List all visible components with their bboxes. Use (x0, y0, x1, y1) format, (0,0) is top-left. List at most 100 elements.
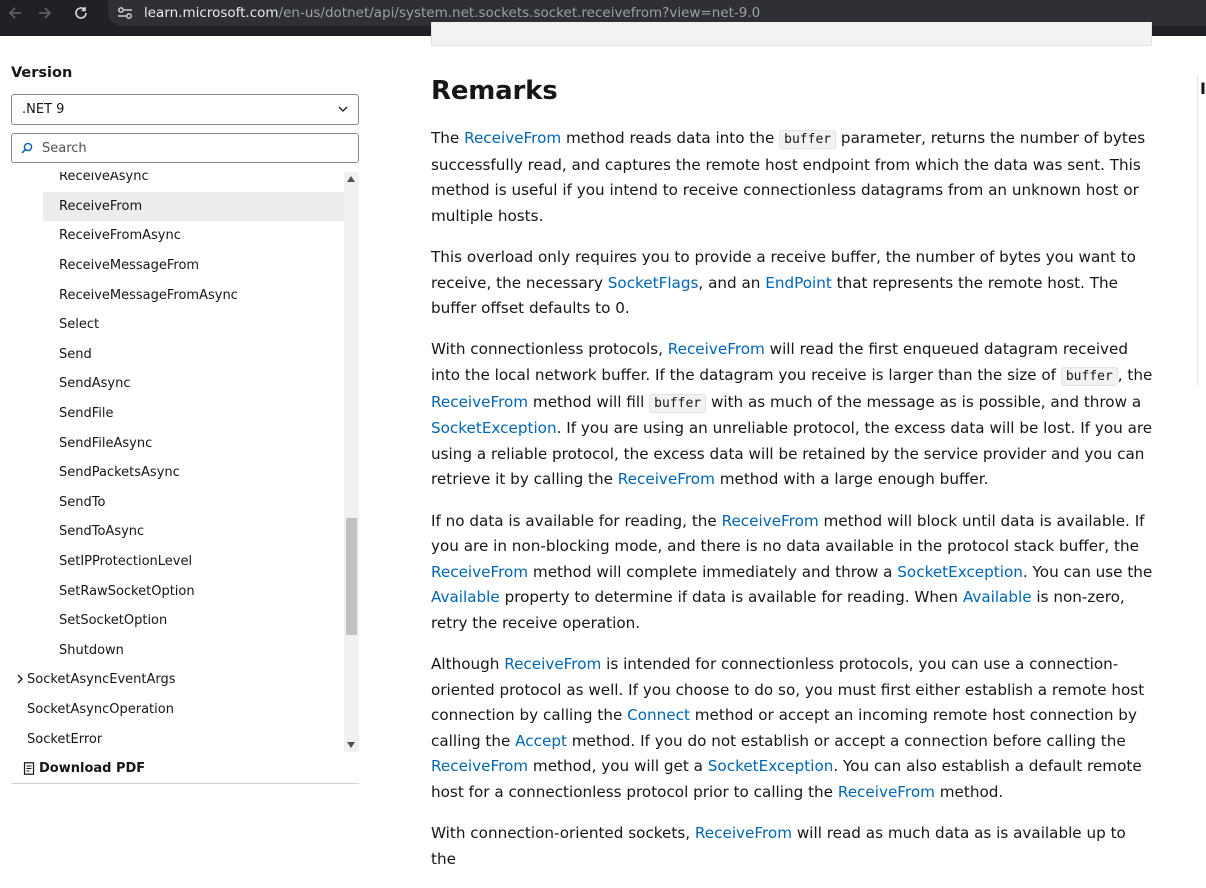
toc-item[interactable]: Send (11, 340, 345, 370)
url-host: learn.microsoft.com (144, 5, 279, 21)
download-pdf-button[interactable]: Download PDF (11, 754, 359, 784)
api-link[interactable]: ReceiveFrom (722, 512, 819, 530)
text-run: property to determine if data is availab… (499, 588, 963, 607)
toc-item-label: SetSocketOption (59, 613, 168, 629)
api-link[interactable]: ReceiveFrom (504, 655, 601, 673)
api-link[interactable]: ReceiveFrom (431, 563, 528, 581)
toc-item-label: SendFileAsync (59, 435, 153, 451)
toc-item-label: SendAsync (59, 376, 131, 392)
text-run: , and an (698, 273, 766, 292)
search-input[interactable] (42, 140, 342, 156)
api-link[interactable]: ReceiveFrom (431, 757, 528, 775)
text-run: Although (431, 655, 505, 674)
api-link[interactable]: SocketException (708, 757, 834, 775)
text-run: With connection-oriented sockets, (431, 824, 695, 843)
search-icon (12, 142, 42, 154)
api-link[interactable]: SocketFlags (608, 274, 699, 292)
toc-item[interactable]: SetRawSocketOption (11, 576, 345, 606)
inline-code: buffer (1060, 366, 1118, 386)
toc-item[interactable]: SendToAsync (11, 517, 345, 547)
toc-item[interactable]: SendFileAsync (11, 428, 345, 458)
text-run: method with a large enough buffer. (714, 470, 989, 489)
api-link[interactable]: Connect (627, 706, 690, 724)
toc-item[interactable]: SendPacketsAsync (11, 458, 345, 488)
toc-item[interactable]: SetIPProtectionLevel (11, 547, 345, 577)
arrow-right-icon (39, 7, 52, 19)
remarks-heading: Remarks (431, 76, 558, 106)
main-content: Remarks The ReceiveFrom method reads dat… (431, 76, 1155, 888)
toc-item-label: SendFile (59, 406, 114, 422)
text-run: method reads data into the (561, 129, 780, 147)
toc-search[interactable] (11, 133, 359, 163)
toc-item[interactable]: ReceiveAsync (11, 172, 345, 192)
toc-item[interactable]: SocketAsyncEventArgs (11, 665, 345, 695)
text-run: . You can use the (1022, 562, 1153, 581)
toc-item-label: Send (59, 346, 92, 362)
remarks-paragraph: The ReceiveFrom method reads data into t… (431, 126, 1155, 229)
toc-item[interactable]: Select (11, 310, 345, 340)
toc-item[interactable]: ReceiveFrom (43, 191, 345, 222)
api-link[interactable]: ReceiveFrom (464, 129, 561, 147)
toc-item[interactable]: SetSocketOption (11, 606, 345, 636)
api-link[interactable]: EndPoint (765, 274, 832, 292)
inline-code: buffer (649, 393, 707, 413)
chevron-right-icon[interactable] (15, 674, 25, 684)
chevron-down-icon (338, 106, 348, 112)
download-pdf-label: Download PDF (39, 761, 146, 776)
toc-item-label: SetRawSocketOption (59, 583, 195, 599)
reload-button[interactable] (66, 0, 96, 26)
api-link[interactable]: Accept (515, 732, 567, 750)
scroll-up-arrow-icon[interactable] (347, 176, 355, 182)
toc-item-label: SendPacketsAsync (59, 465, 180, 481)
api-link[interactable]: SocketException (897, 563, 1023, 581)
scroll-thumb[interactable] (346, 518, 357, 635)
text-run: method will fill (528, 392, 650, 411)
scroll-down-arrow-icon[interactable] (347, 742, 355, 748)
text-run: The (431, 129, 465, 147)
url-path: /en-us/dotnet/api/system.net.sockets.soc… (278, 5, 761, 21)
document-download-icon (23, 762, 35, 775)
toc-sidebar: Version .NET 9 ReceiveAsyncReceiveFromRe… (0, 36, 372, 808)
text-run: with as much of the message as is possib… (706, 392, 1142, 411)
text-run: , the (1117, 365, 1153, 384)
site-settings-icon[interactable] (110, 0, 140, 26)
forward-button[interactable] (30, 0, 60, 26)
toc-item-label: SendTo (59, 494, 106, 510)
toc-tree: ReceiveAsync ReceiveFrom ReceiveFromAsync R… (11, 172, 359, 752)
toc-item[interactable]: SocketAsyncOperation (11, 695, 345, 725)
api-link[interactable]: SocketException (431, 419, 557, 437)
toc-item-label: SocketAsyncOperation (27, 701, 174, 717)
remarks-paragraph: With connectionless protocols, ReceiveFr… (431, 337, 1155, 493)
toc-item-label: ReceiveFrom (59, 198, 143, 214)
toc-item-label: SendToAsync (59, 524, 145, 540)
version-dropdown[interactable]: .NET 9 (11, 94, 359, 125)
version-value: .NET 9 (22, 102, 65, 117)
toc-item[interactable]: SendTo (11, 488, 345, 518)
api-link[interactable]: ReceiveFrom (618, 470, 715, 488)
api-link[interactable]: Available (963, 588, 1032, 606)
api-link[interactable]: ReceiveFrom (838, 783, 935, 801)
toc-scrollbar[interactable] (344, 172, 359, 752)
api-link[interactable]: Available (431, 588, 500, 606)
text-run: method. If you do not establish or accep… (566, 731, 1126, 750)
remarks-paragraph: Although ReceiveFrom is intended for con… (431, 652, 1155, 806)
toc-item[interactable]: SocketError (11, 724, 345, 752)
toc-item[interactable]: ReceiveMessageFromAsync (11, 280, 345, 310)
text-run: If no data is available for reading, the (431, 511, 722, 530)
toc-item[interactable]: SendAsync (11, 369, 345, 399)
text-run: With connectionless protocols, (431, 340, 668, 359)
toc-item-label: ReceiveMessageFrom (59, 258, 200, 274)
text-run: method. (934, 783, 1004, 802)
reload-icon (75, 7, 87, 19)
right-rail-text: I (1200, 79, 1206, 98)
remarks-paragraph: If no data is available for reading, the… (431, 509, 1155, 637)
api-link[interactable]: ReceiveFrom (431, 393, 528, 411)
api-link[interactable]: ReceiveFrom (668, 340, 765, 358)
toc-item[interactable]: Shutdown (11, 636, 345, 666)
toc-item[interactable]: ReceiveMessageFrom (11, 251, 345, 281)
api-link[interactable]: ReceiveFrom (695, 824, 792, 842)
toc-item[interactable]: SendFile (11, 399, 345, 429)
toc-item[interactable]: ReceiveFromAsync (11, 221, 345, 251)
toc-item-label: Select (59, 317, 100, 333)
back-button[interactable] (0, 0, 30, 26)
